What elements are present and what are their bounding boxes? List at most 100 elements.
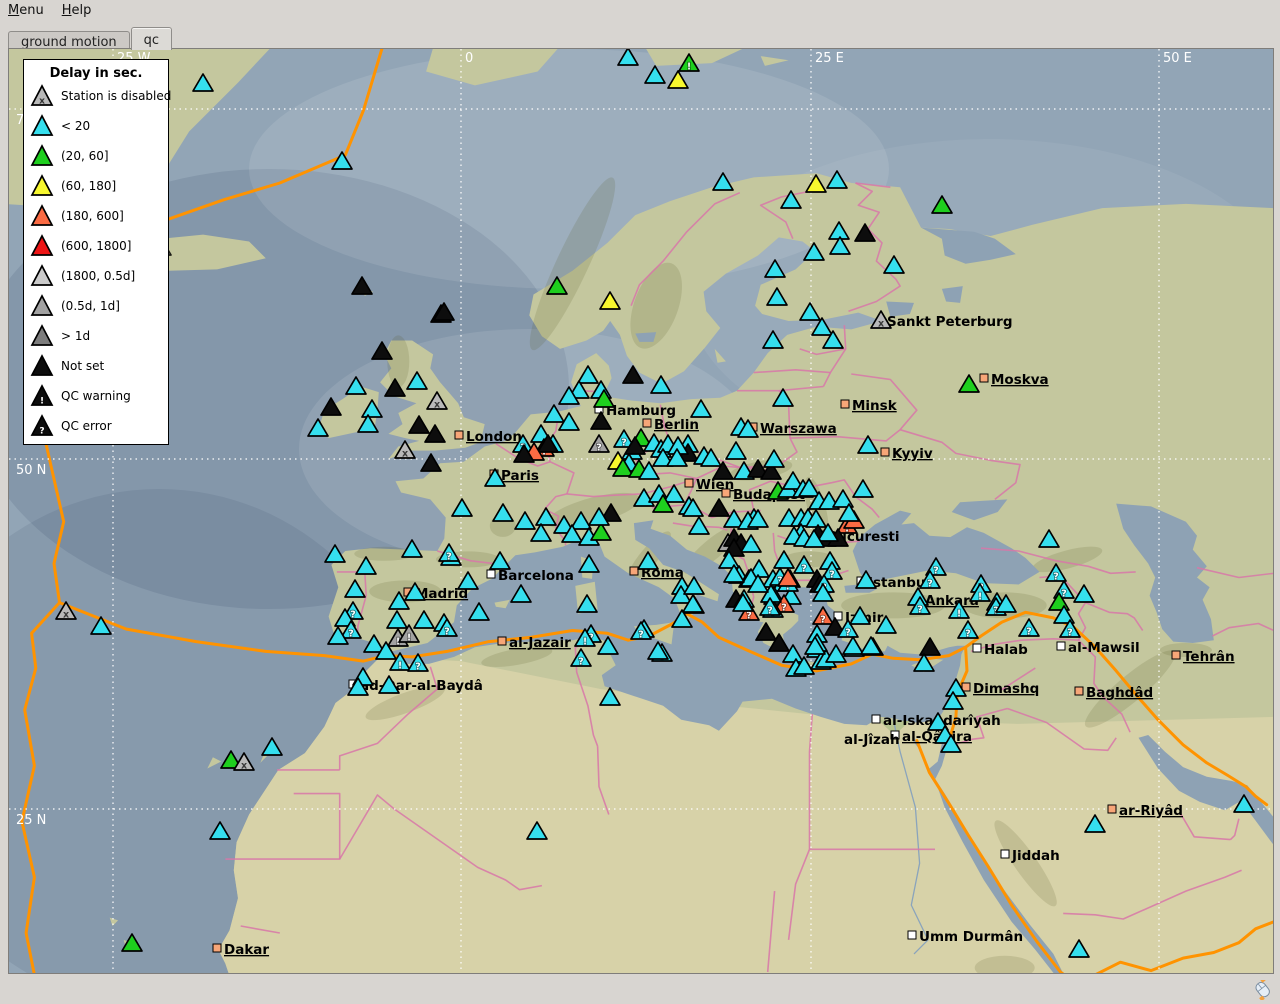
city-marker: al-Qâhira <box>891 729 972 745</box>
station-qc-mark: ! <box>398 661 402 672</box>
legend-item: (60, 180] <box>24 171 168 201</box>
map-frame: 25 W025 E50 E75 N50 N25 NLondonParisHamb… <box>8 48 1274 974</box>
city-square <box>455 431 463 439</box>
legend-triangle-icon: x <box>30 84 54 108</box>
legend-item-label: (1800, 0.5d] <box>61 269 135 283</box>
city-square <box>685 479 693 487</box>
city-label: Halab <box>984 642 1028 658</box>
station-qc-mark: x <box>434 400 440 411</box>
city-label: Kyyiv <box>892 446 933 462</box>
station-qc-mark: ? <box>781 603 787 614</box>
menu-item-menu[interactable]: Menu <box>0 0 54 21</box>
station-qc-mark: ? <box>845 628 851 639</box>
legend-triangle-icon: ? <box>30 414 54 438</box>
city-marker: al-Mawsil <box>1057 640 1140 656</box>
city-label: Baghdâd <box>1086 685 1153 701</box>
city-label: Dakar <box>224 942 269 958</box>
legend-item: (600, 1800] <box>24 231 168 261</box>
city-square <box>872 715 880 723</box>
city-label: London <box>466 429 522 445</box>
station-qc-mark: ? <box>348 629 354 640</box>
station-qc-mark: ? <box>444 627 450 638</box>
menu-bar: MenuHelp <box>0 0 1280 22</box>
legend-triangle-icon <box>30 264 54 288</box>
city-square <box>841 400 849 408</box>
station-qc-mark: x <box>241 761 247 772</box>
legend-item-label: < 20 <box>61 119 90 133</box>
map-canvas[interactable]: 25 W025 E50 E75 N50 N25 NLondonParisHamb… <box>9 49 1273 973</box>
station-qc-mark: ? <box>965 629 971 640</box>
app-window: MenuHelp ground motionqc 25 W025 E50 E75… <box>0 0 1280 1004</box>
legend-item: (20, 60] <box>24 141 168 171</box>
city-square <box>1057 642 1065 650</box>
city-label: Umm Durmân <box>919 929 1023 945</box>
station-qc-mark: ! <box>978 592 982 603</box>
city-square <box>881 448 889 456</box>
city-marker: ar-Riyâd <box>1108 803 1183 819</box>
legend-triangle-icon <box>30 294 54 318</box>
mouse-status-icon <box>1252 980 1274 1000</box>
legend-triangle-icon <box>30 144 54 168</box>
station-qc-mark: ? <box>820 615 826 626</box>
city-square <box>1001 850 1009 858</box>
legend-triangle-icon <box>30 354 54 378</box>
legend-item-label: QC error <box>61 419 112 433</box>
city-label: Barcelona <box>498 568 574 584</box>
legend-item: < 20 <box>24 111 168 141</box>
legend-triangle-icon <box>30 324 54 348</box>
station-qc-mark: ? <box>446 552 452 563</box>
grid-label-lat: 25 N <box>16 813 46 828</box>
city-square <box>722 489 730 497</box>
city-label: ar-Riyâd <box>1119 803 1183 819</box>
city-square <box>1172 651 1180 659</box>
city-square <box>908 931 916 939</box>
legend-item: (180, 600] <box>24 201 168 231</box>
svg-text:x: x <box>39 97 45 107</box>
city-label: Moskva <box>991 372 1049 388</box>
tab-qc[interactable]: qc <box>131 27 172 50</box>
city-marker: Barcelona <box>487 568 574 584</box>
station-qc-mark: ? <box>829 570 835 581</box>
legend-item-label: > 1d <box>61 329 90 343</box>
city-label: Tehrân <box>1183 649 1235 665</box>
legend-triangle-icon: ! <box>30 384 54 408</box>
city-label: ad-Dar-al-Baydâ <box>360 678 483 694</box>
station-qc-mark: ! <box>957 609 961 620</box>
station-qc-mark: x <box>63 610 69 621</box>
city-square <box>980 374 988 382</box>
station-qc-mark: ? <box>1026 627 1032 638</box>
station-qc-mark: ? <box>767 606 773 617</box>
legend-triangle-icon <box>30 114 54 138</box>
city-square <box>487 570 495 578</box>
station-qc-mark: ? <box>927 579 933 590</box>
menu-item-help[interactable]: Help <box>54 0 102 21</box>
tab-bar: ground motionqc <box>8 27 173 48</box>
station-qc-mark: ! <box>687 62 691 73</box>
city-label: Warszawa <box>760 421 837 437</box>
city-marker: Dimashq <box>962 681 1039 697</box>
legend-item-label: (20, 60] <box>61 149 109 163</box>
station-qc-mark: x <box>878 319 884 330</box>
legend-triangle-icon <box>30 174 54 198</box>
city-marker: Umm Durmân <box>908 929 1023 945</box>
legend-item: !QC warning <box>24 381 168 411</box>
city-square <box>213 944 221 952</box>
legend-triangle-icon <box>30 234 54 258</box>
svg-text:?: ? <box>39 427 44 437</box>
city-label: Dimashq <box>973 681 1039 697</box>
city-square <box>498 637 506 645</box>
legend-item: x Station is disabled <box>24 81 168 111</box>
city-label: Paris <box>501 468 539 484</box>
city-square <box>1108 805 1116 813</box>
legend-item-label: Station is disabled <box>61 89 171 103</box>
station-qc-mark: ? <box>621 438 627 449</box>
city-label: al-Jazair <box>509 635 571 651</box>
city-square <box>973 644 981 652</box>
city-label: Minsk <box>852 398 898 414</box>
legend-item-label: (0.5d, 1d] <box>61 299 120 313</box>
legend-item: (0.5d, 1d] <box>24 291 168 321</box>
city-square <box>1075 687 1083 695</box>
city-marker: Warszawa <box>749 421 837 437</box>
station-qc-mark: ? <box>746 611 752 622</box>
station-qc-mark: ? <box>415 662 421 673</box>
